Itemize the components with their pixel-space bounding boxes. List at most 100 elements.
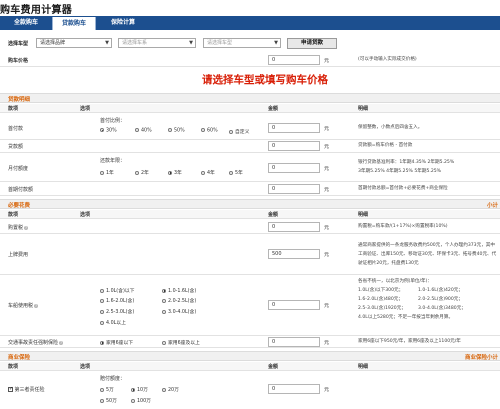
third-party-input[interactable]: 0 (268, 384, 320, 394)
first-pay-input[interactable]: 0 (268, 184, 320, 194)
help-icon[interactable]: ? (34, 303, 39, 308)
payout-5w[interactable]: 5万 (100, 386, 114, 393)
loan-amount-input[interactable]: 0 (268, 141, 320, 151)
repay-3y[interactable]: 3年 (168, 169, 182, 176)
vehicle-tax-note: 4.0L以上5280元；不足一年按当年剩余月算。 (358, 315, 454, 320)
vehicle-tax-row: 车船使用税? 1.0L(含)以下 1.0-1.6L(含) 1.6-2.0L(含)… (0, 275, 500, 336)
plate-fee-note-3: 驶证相片20元，托盘费130元 (358, 261, 419, 266)
down-ratio-40[interactable]: 40% (135, 128, 152, 134)
disp-4.0-plus[interactable]: 4.0L以上 (100, 319, 126, 326)
col-detail: 明细 (358, 212, 369, 218)
commercial-insurance-subtotal: 商业保险小计 (464, 355, 498, 361)
purchase-tax-label: 购置税? (8, 224, 29, 231)
down-ratio-custom[interactable]: 自定义 (229, 128, 249, 135)
col-amount: 金额 (268, 364, 279, 370)
payout-limit-label: 赔付额度： (100, 376, 126, 382)
first-pay-note: 首期付款总额=首付款+必要花费+商业保险 (358, 186, 448, 191)
col-option: 选项 (80, 212, 91, 218)
repay-5y[interactable]: 5年 (229, 169, 243, 176)
seats-under-6-label: 家用6座以下 (106, 341, 134, 346)
compulsory-insurance-label: 交通事故责任强制保险? (8, 339, 64, 346)
repay-1y[interactable]: 1年 (100, 169, 114, 176)
down-ratio-30-label: 30% (106, 128, 117, 134)
disp-0-1.0[interactable]: 1.0L(含)以下 (100, 287, 134, 294)
seats-6-plus[interactable]: 家用6座及以上 (162, 339, 200, 346)
down-ratio-custom-label: 自定义 (235, 130, 250, 135)
tab-loan-purchase[interactable]: 贷款购车 (52, 17, 96, 30)
down-ratio-40-label: 40% (141, 128, 152, 134)
col-item: 款项 (8, 106, 19, 112)
vehicle-tax-input[interactable]: 0 (268, 300, 320, 310)
chevron-down-icon: ▼ (105, 40, 109, 46)
price-input[interactable]: 0 (268, 55, 320, 65)
radio-selected-icon (168, 170, 172, 175)
radio-icon (100, 298, 104, 303)
payout-20w[interactable]: 20万 (162, 386, 179, 393)
monthly-payment-input[interactable]: 0 (268, 163, 320, 173)
purchase-tax-row: 购置税? 0 元 购置税=购车款/(1+17%)×购置税率(10%) (0, 221, 500, 234)
chevron-down-icon: ▼ (274, 40, 278, 46)
loan-amount-unit: 元 (324, 144, 330, 150)
disp-2.0-2.5[interactable]: 2.0-2.5L(含) (162, 297, 196, 304)
apply-loan-button[interactable]: 申请贷款 (287, 38, 337, 49)
radio-icon (135, 128, 139, 132)
radio-icon (229, 129, 233, 134)
vehicle-tax-text: 车船使用税 (8, 303, 34, 309)
price-row: 购车价格 0 元 (可以手动输入实际成交价格) (0, 54, 500, 67)
first-pay-row: 首期付款额 0 元 首期付款总额=首付款+必要花费+商业保险 (0, 182, 500, 196)
radio-icon (100, 309, 104, 314)
disp-2.0-2.5-label: 2.0-2.5L(含) (168, 299, 197, 304)
monthly-payment-row: 月付额度 还款年限： 1年 2年 3年 4年 5年 0 元 银行贷款基准利率：1… (0, 153, 500, 182)
purchase-tax-text: 购置税 (8, 225, 24, 231)
purchase-tax-input[interactable]: 0 (268, 222, 320, 232)
vehicle-tax-unit: 元 (324, 303, 330, 309)
loan-section-title: 贷款明细 (8, 97, 31, 103)
disp-2.5-3.0-label: 2.5-3.0L(含) (106, 310, 135, 315)
disp-3.0-4.0[interactable]: 3.0-4.0L(含) (162, 308, 196, 315)
down-payment-label: 首付款 (8, 126, 24, 132)
loan-amount-label: 贷款额 (8, 144, 24, 150)
repay-4y[interactable]: 4年 (201, 169, 215, 176)
payout-5w-label: 5万 (106, 388, 114, 393)
disp-1.0-1.6[interactable]: 1.0-1.6L(含) (162, 287, 196, 294)
purchase-tax-unit: 元 (324, 225, 330, 231)
disp-1.6-2.0[interactable]: 1.6-2.0L(含) (100, 297, 134, 304)
down-ratio-60[interactable]: 60% (201, 128, 218, 134)
price-note: (可以手动输入实际成交价格) (358, 57, 417, 62)
down-ratio-50-label: 50% (174, 128, 185, 134)
third-party-unit: 元 (324, 387, 330, 393)
model-select[interactable]: 请选择车型 ▼ (203, 38, 281, 48)
plate-fee-label: 上牌费用 (8, 252, 29, 258)
seats-6-plus-label: 家用6座及以上 (168, 341, 200, 346)
down-ratio-30[interactable]: 30% (100, 128, 117, 134)
repay-years-label: 还款年限： (100, 158, 126, 164)
vehicle-tax-label: 车船使用税? (8, 302, 39, 309)
down-payment-note: 保留整数，小数点后四舍五入。 (358, 125, 423, 130)
vehicle-tax-note: 2.5-3.0L(含)1920元； (358, 306, 406, 311)
plate-fee-input[interactable]: 500 (268, 249, 320, 259)
help-icon[interactable]: ? (59, 340, 64, 345)
repay-1y-label: 1年 (106, 171, 114, 176)
repay-2y[interactable]: 2年 (135, 169, 149, 176)
tab-full-payment[interactable]: 全款购车 (6, 16, 46, 30)
brand-select[interactable]: 请选择品牌 ▼ (36, 38, 112, 48)
down-payment-input[interactable]: 0 (268, 123, 320, 133)
payout-100w[interactable]: 100万 (131, 397, 151, 404)
help-icon[interactable]: ? (24, 225, 29, 230)
required-fees-subtotal: 小计 (486, 203, 498, 209)
disp-2.5-3.0[interactable]: 2.5-3.0L(含) (100, 308, 134, 315)
checkbox-checked-icon (8, 386, 13, 392)
title-bar: 购车费用计算器 (0, 0, 500, 16)
third-party-checkbox[interactable]: 第三者责任险 (8, 386, 45, 393)
plate-fee-note-1: 通常商家提供的一条龙服务收费约500元，个人办理约373元，其中 (358, 243, 495, 248)
payout-50w[interactable]: 50万 (100, 397, 117, 404)
tab-insurance-calc[interactable]: 保险计算 (102, 16, 144, 30)
series-select[interactable]: 请选择车系 ▼ (118, 38, 196, 48)
commercial-column-headers: 款项 选项 金额 明细 (0, 362, 500, 371)
compulsory-insurance-input[interactable]: 0 (268, 337, 320, 347)
payout-10w[interactable]: 10万 (131, 386, 148, 393)
radio-icon (162, 309, 166, 314)
plate-fee-row: 上牌费用 500 元 通常商家提供的一条龙服务收费约500元，个人办理约373元… (0, 234, 500, 275)
down-ratio-50[interactable]: 50% (168, 128, 185, 134)
seats-under-6[interactable]: 家用6座以下 (100, 339, 133, 346)
